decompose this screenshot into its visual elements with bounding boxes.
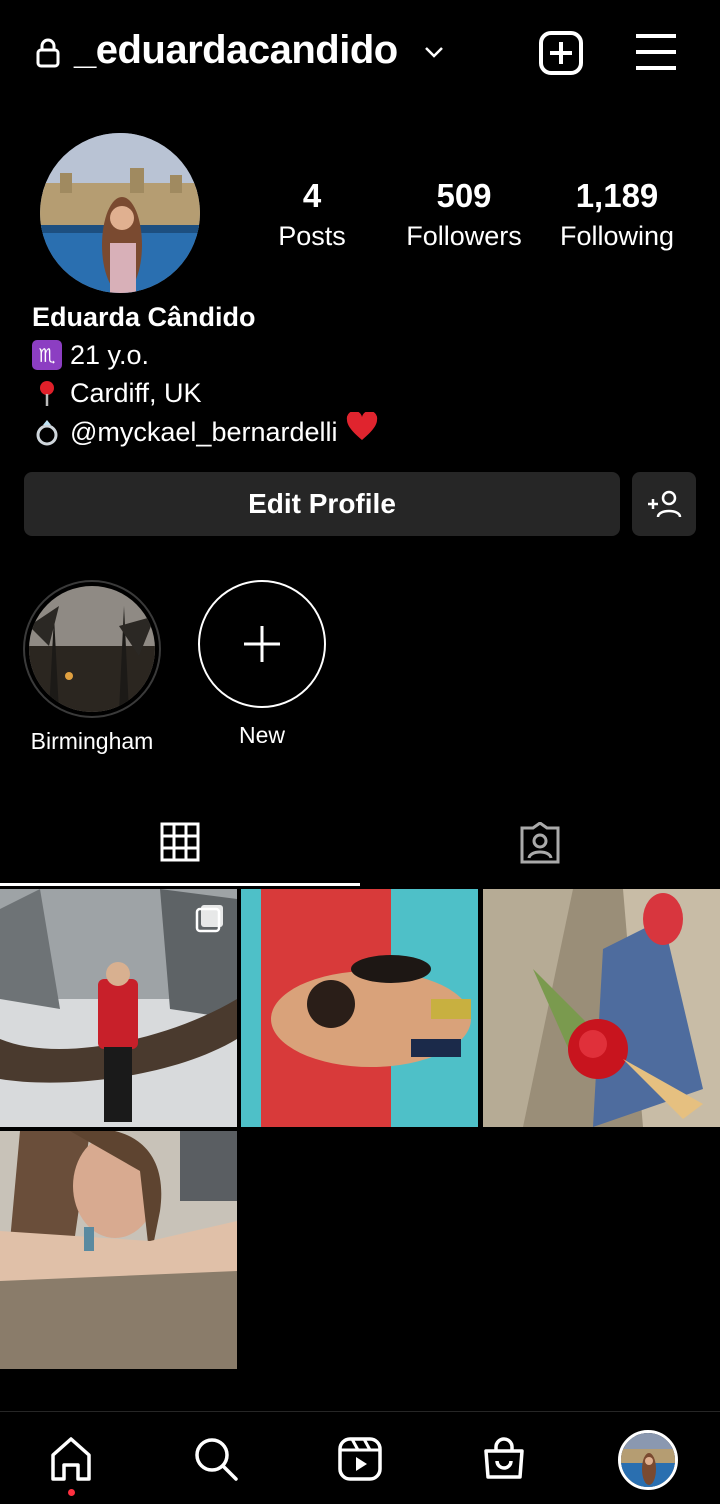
- ring-icon: [32, 417, 62, 447]
- profile-avatar[interactable]: [40, 133, 200, 293]
- followers-number: 509: [436, 177, 492, 214]
- new-highlight-ring: [198, 580, 326, 708]
- highlight-new[interactable]: New: [196, 580, 328, 749]
- avatar-thumbnail: [621, 1433, 675, 1487]
- lock-icon: [36, 38, 60, 68]
- following-label: Following: [559, 221, 675, 251]
- followers-label: Followers: [406, 221, 522, 251]
- profile-bio: Eduarda Cândido ♏ 21 y.o. Cardiff, UK @m…: [32, 298, 378, 452]
- highlight-birmingham[interactable]: Birmingham: [22, 580, 162, 755]
- highlight-cover: [29, 586, 155, 712]
- posts-count[interactable]: 4 Posts: [262, 176, 362, 256]
- grid-icon: [160, 822, 200, 861]
- nav-shop[interactable]: [479, 1434, 529, 1484]
- post-thumbnail[interactable]: [483, 889, 720, 1127]
- top-bar: _eduardacandido: [0, 0, 720, 104]
- bottom-navigation: [0, 1411, 720, 1504]
- bio-line-partner: @myckael_bernardelli: [32, 410, 378, 452]
- tab-tagged[interactable]: [360, 800, 720, 886]
- pin-icon: [32, 378, 62, 408]
- following-number: 1,189: [575, 177, 659, 214]
- discover-people-button[interactable]: [632, 472, 696, 536]
- followers-count[interactable]: 509 Followers: [398, 176, 530, 256]
- partner-mention-link[interactable]: @myckael_bernardelli: [70, 413, 338, 451]
- scorpio-icon: ♏: [32, 340, 62, 370]
- chevron-down-icon[interactable]: [422, 40, 446, 64]
- nav-search[interactable]: [191, 1434, 241, 1484]
- reels-icon: [338, 1437, 382, 1481]
- account-username[interactable]: _eduardacandido: [74, 28, 398, 73]
- tagged-icon: [520, 822, 560, 864]
- svg-text:♏: ♏: [38, 345, 55, 367]
- plus-icon: [244, 626, 280, 662]
- bio-line-age: ♏ 21 y.o.: [32, 336, 378, 374]
- following-count[interactable]: 1,189 Following: [552, 176, 682, 256]
- posts-number: 4: [302, 177, 322, 214]
- post-thumbnail[interactable]: [0, 889, 237, 1127]
- bio-line-location: Cardiff, UK: [32, 374, 378, 412]
- heart-icon: [346, 410, 378, 452]
- nav-profile-avatar[interactable]: [618, 1430, 678, 1490]
- post-thumbnail[interactable]: [241, 889, 478, 1127]
- posts-label: Posts: [278, 221, 346, 251]
- bio-age-text: 21 y.o.: [70, 340, 150, 370]
- display-name: Eduarda Cândido: [32, 302, 256, 332]
- bio-location-text: Cardiff, UK: [70, 378, 202, 408]
- highlight-new-label: New: [238, 722, 285, 748]
- shop-icon: [484, 1437, 524, 1479]
- nav-home[interactable]: [46, 1434, 96, 1484]
- nav-reels[interactable]: [335, 1434, 385, 1484]
- new-post-icon[interactable]: [538, 30, 584, 76]
- highlight-label: Birmingham: [30, 728, 154, 754]
- tab-grid[interactable]: [0, 800, 360, 886]
- multi-photo-icon: [195, 905, 223, 933]
- home-icon: [51, 1437, 91, 1481]
- menu-icon[interactable]: [634, 32, 678, 72]
- profile-tabs: [0, 800, 720, 886]
- avatar-photo: [40, 133, 200, 293]
- search-icon: [195, 1438, 238, 1481]
- highlight-ring: [23, 580, 161, 718]
- add-person-icon: [648, 490, 682, 518]
- edit-profile-button[interactable]: Edit Profile: [24, 472, 620, 536]
- post-thumbnail[interactable]: [0, 1131, 237, 1369]
- notification-dot: [68, 1489, 75, 1496]
